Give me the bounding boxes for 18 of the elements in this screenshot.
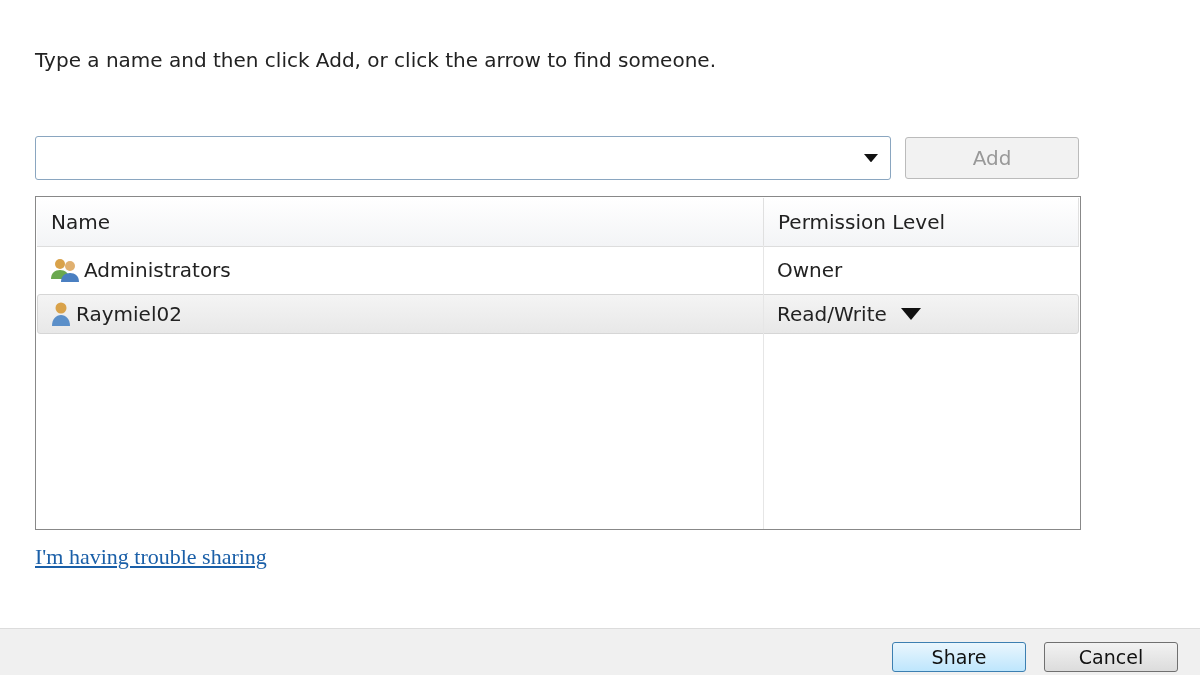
permission-level: Owner	[777, 258, 843, 282]
user-group-icon	[50, 257, 80, 283]
caret-icon	[900, 308, 921, 320]
name-combo-field[interactable]	[35, 136, 891, 180]
user-name: Raymiel02	[76, 302, 182, 326]
cancel-button[interactable]: Cancel	[1044, 642, 1178, 672]
user-name: Administrators	[84, 258, 231, 282]
permission-level: Read/Write	[777, 302, 887, 326]
permission-dropdown[interactable]	[900, 308, 921, 320]
table-row[interactable]: Administrators Owner	[37, 250, 1079, 290]
user-icon	[50, 301, 72, 327]
help-link[interactable]: I'm having trouble sharing	[35, 544, 267, 570]
instruction-text: Type a name and then click Add, or click the arrow to find someone.	[35, 48, 717, 74]
share-button[interactable]: Share	[892, 642, 1026, 672]
table-row[interactable]: Raymiel02 Read/Write	[37, 294, 1079, 334]
caret-icon	[864, 153, 878, 163]
column-header[interactable]: Name	[37, 198, 764, 246]
column-header[interactable]: Permission Level	[764, 198, 1079, 246]
